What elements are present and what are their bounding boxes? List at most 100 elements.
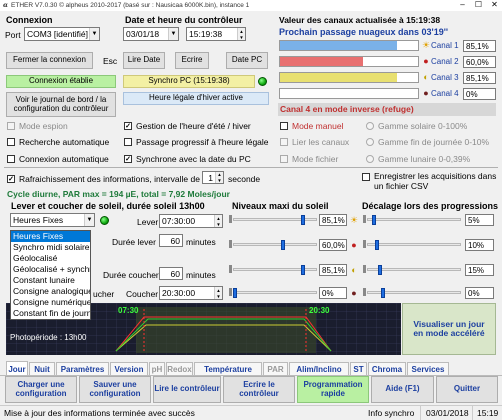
tab-paramètres[interactable]: Paramètres (56, 362, 109, 375)
dropdown-option[interactable]: Géolocalisé + synchro (11, 264, 90, 275)
minutes-label: minutes (186, 270, 216, 280)
connexion-title: Connexion (6, 15, 53, 25)
niveau-4-slider-track[interactable] (233, 291, 317, 294)
aide-button[interactable]: Aide (F1) (371, 376, 434, 403)
nuage-countdown: Prochain passage nuageux dans 03'19'' (279, 27, 448, 37)
minimize-button[interactable]: – (455, 0, 470, 11)
tab-services[interactable]: Services (407, 362, 449, 375)
tab-nuit[interactable]: Nuit (29, 362, 55, 375)
tab-par[interactable]: PAR (263, 362, 288, 375)
niveau-2-slider-track[interactable] (233, 243, 317, 246)
date-field[interactable]: 03/01/18 ▼ (123, 27, 179, 41)
gamme-nuit-radio[interactable]: Gamme lunaire 0-0,39% (366, 154, 470, 164)
sun-icon: ☀ (349, 215, 359, 225)
lever-time-field[interactable]: 07:30:00 ▲ ▼ (159, 214, 223, 228)
mode-fichier-checkbox[interactable]: Mode fichier (280, 154, 338, 164)
connexion-auto-checkbox[interactable]: Connexion automatique (7, 154, 109, 164)
niveau-1-value: 85,1% (319, 214, 347, 226)
status-message: Mise à jour des informations terminée av… (4, 408, 195, 418)
csv-checkbox[interactable]: Enregistrer les acquisitions dans un fic… (362, 171, 502, 192)
spin-icon: ▲ ▼ (237, 28, 245, 40)
dropdown-option[interactable]: Consigne numérique (11, 297, 90, 308)
niveau-2-slider-thumb[interactable] (281, 240, 285, 250)
lever-coucher-title: Lever et coucher de soleil, durée soleil… (11, 201, 205, 211)
dropdown-option[interactable]: Consigne analogique (11, 286, 90, 297)
slider-end-marker (229, 240, 232, 248)
tab-st[interactable]: ST (350, 362, 367, 375)
coucher-time-field[interactable]: 20:30:00 ▲ ▼ (159, 286, 223, 300)
channel-1-label: Canal 1 (431, 41, 459, 50)
dropdown-option[interactable]: Constant lunaire (11, 275, 90, 286)
dropdown-option[interactable]: Synchro midi solaire (11, 242, 90, 253)
ecrire-controleur-button[interactable]: Ecrire le contrôleur (223, 376, 295, 403)
slider-end-marker (229, 288, 232, 296)
synchrone-pc-checkbox[interactable]: ✓ Synchrone avec la date du PC (124, 154, 251, 164)
dropdown-option[interactable]: Heures Fixes (11, 231, 90, 242)
journal-button[interactable]: Voir le journal de bord / la configurati… (6, 92, 116, 117)
visualiser-button[interactable]: Visualiser un jour en mode accéléré (402, 303, 496, 355)
decalage-2-slider-track[interactable] (367, 243, 461, 246)
tab-température[interactable]: Température (194, 362, 262, 375)
graph-end-time: 20:30 (309, 306, 330, 315)
channel-4-value: 0% (463, 88, 496, 100)
quitter-button[interactable]: Quitter (436, 376, 498, 403)
connect-button[interactable]: Fermer la connexion (6, 52, 93, 69)
recherche-auto-checkbox[interactable]: Recherche automatique (7, 137, 109, 147)
lier-canaux-checkbox[interactable]: Lier les canaux (280, 137, 349, 147)
coucher-label-fragment: ucher (93, 289, 115, 299)
heure-legale-status: Heure légale d'hiver active (123, 92, 269, 105)
tab-jour[interactable]: Jour (6, 361, 28, 376)
decalage-1-slider-track[interactable] (367, 218, 461, 221)
window-title: ETHER V7.0.30 © alpheus 2010-2017 (basé … (11, 2, 250, 9)
port-select[interactable]: COM3 [identifié] ▼ (24, 27, 100, 41)
tab-ph[interactable]: pH (149, 362, 165, 375)
gamme-solaire-radio[interactable]: Gamme solaire 0-100% (366, 121, 467, 131)
dropdown-option[interactable]: Géolocalisé (11, 253, 90, 264)
mode-inverse-banner: Canal 4 en mode inverse (refuge) (278, 103, 496, 116)
decalage-2-slider-thumb[interactable] (375, 240, 379, 250)
lire-controleur-button[interactable]: Lire le contrôleur (153, 376, 221, 403)
time-field[interactable]: 15:19:38 ▲ ▼ (186, 27, 246, 41)
sauver-config-button[interactable]: Sauver une configuration (79, 376, 151, 403)
mode-manuel-checkbox[interactable]: Mode manuel (280, 121, 344, 131)
ecrire-date-button[interactable]: Ecrire (175, 52, 209, 69)
chevron-down-icon: ▼ (89, 28, 99, 40)
tab-redox[interactable]: Redox (166, 362, 193, 375)
port-label: Port (5, 30, 21, 40)
tab-aliminclino[interactable]: Alim/Inclino (289, 362, 349, 375)
photoperiode-label: Photopériode : 13h00 (10, 333, 87, 342)
dropdown-option[interactable]: Constant fin de journée (11, 308, 90, 319)
programmation-rapide-button[interactable]: Programmation rapide (297, 376, 369, 403)
tab-chroma[interactable]: Chroma (368, 362, 406, 375)
date-pc-button[interactable]: Date PC (226, 52, 268, 69)
duree-coucher-field[interactable]: 60 (159, 267, 183, 280)
decalage-4-slider-thumb[interactable] (381, 288, 385, 298)
lire-date-button[interactable]: Lire Date (123, 52, 165, 69)
refresh-interval-field[interactable]: 1 ▲ ▼ (202, 171, 224, 184)
mode-select[interactable]: Heures Fixes ▼ (10, 213, 95, 227)
niveau-4-slider-thumb[interactable] (233, 288, 237, 298)
niveau-1-slider-thumb[interactable] (301, 215, 306, 225)
maximize-button[interactable]: ☐ (471, 0, 486, 11)
calendar-dropdown-icon: ▼ (168, 28, 178, 40)
charger-config-button[interactable]: Charger une configuration (5, 376, 77, 403)
tab-version[interactable]: Version (110, 362, 148, 375)
mode-espion-checkbox[interactable]: Mode espion (7, 121, 68, 131)
channel-3-bar (279, 72, 419, 83)
gestion-ete-checkbox[interactable]: ✓ Gestion de l'heure d'été / hiver (124, 121, 251, 131)
niveau-3-slider-thumb[interactable] (301, 265, 306, 275)
niveau-4-value: 0% (319, 287, 347, 299)
decalage-3-slider-thumb[interactable] (378, 265, 382, 275)
duree-lever-field[interactable]: 60 (159, 234, 183, 247)
decalage-1-slider-thumb[interactable] (372, 215, 376, 225)
moon-yellow-icon: ◐ (423, 72, 429, 82)
separator (4, 167, 498, 168)
passage-progressif-checkbox[interactable]: Passage progressif à l'heure légale (124, 137, 269, 147)
datetime-title: Date et heure du contrôleur (125, 15, 243, 25)
gamme-fin-journee-radio[interactable]: Gamme fin de journée 0-10% (366, 137, 489, 147)
moon-dark-icon: ● (423, 88, 429, 98)
channel-4-bar (279, 88, 419, 99)
channel-1-fill (280, 41, 398, 50)
close-button[interactable]: ✕ (487, 0, 502, 11)
refresh-checkbox[interactable]: ✓ Rafraichissement des informations, inte… (7, 174, 200, 184)
